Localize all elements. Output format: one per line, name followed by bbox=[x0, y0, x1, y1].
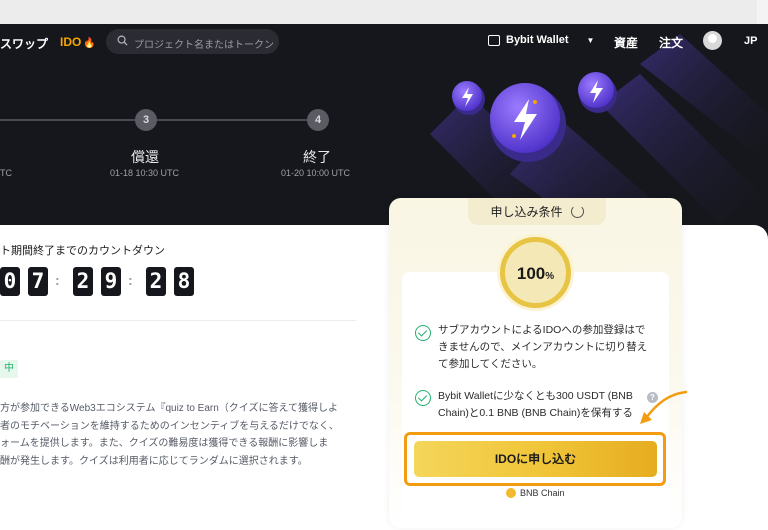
status-badge: 中 bbox=[0, 360, 18, 378]
countdown-separator: : bbox=[128, 272, 133, 288]
step-4-marker: 4 bbox=[307, 109, 329, 131]
step-2-date-partial: TC bbox=[0, 168, 12, 178]
step-connector bbox=[157, 119, 307, 121]
conditions-tab-label: 申し込み条件 bbox=[490, 205, 563, 219]
coin-large-icon bbox=[490, 83, 566, 162]
wallet-dropdown[interactable]: Bybit Wallet ▼ bbox=[488, 34, 594, 46]
countdown-separator: : bbox=[55, 272, 60, 288]
check-circle-icon bbox=[415, 390, 431, 406]
condition-line: Chain)と0.1 BNB (BNB Chain)を保有する bbox=[438, 407, 633, 419]
nav-assets-link[interactable]: 資産 bbox=[614, 34, 638, 51]
bnb-icon bbox=[506, 488, 516, 498]
browser-top-strip bbox=[0, 0, 768, 24]
countdown-digit: 2 bbox=[73, 267, 93, 296]
countdown-digit: 2 bbox=[146, 267, 166, 296]
step-4-date: 01-20 10:00 UTC bbox=[281, 168, 351, 178]
countdown-digit: 0 bbox=[0, 267, 20, 296]
conditions-tab: 申し込み条件 bbox=[468, 198, 606, 225]
description-line: ォームを提供します。また、クイズの難易度は獲得できる報酬に影響しま bbox=[0, 438, 329, 449]
description-line: 酬が発生します。クイズは利用者に応じてランダムに選択されます。 bbox=[0, 455, 308, 467]
coin-small-right-icon bbox=[578, 72, 617, 113]
countdown-label: ト期間終了までのカウントダウン bbox=[0, 245, 165, 257]
condition-item-text: Bybit Walletに少なくとも300 USDT (BNB Chain)と0… bbox=[438, 388, 633, 422]
completion-ring: 100% bbox=[500, 237, 571, 308]
step-3-marker: 3 bbox=[135, 109, 157, 131]
completion-percent: 100% bbox=[505, 264, 566, 284]
nav-orders-link[interactable]: 注文 bbox=[659, 34, 683, 51]
nav-ido-label: IDO bbox=[60, 35, 82, 49]
step-4-title: 終了 bbox=[303, 149, 331, 165]
check-circle-icon bbox=[415, 325, 431, 341]
search-placeholder: プロジェクト名またはトークンを bbox=[134, 40, 274, 51]
wallet-icon bbox=[488, 34, 500, 46]
condition-line: サブアカウントによるIDOへの参加登録はで bbox=[438, 324, 646, 336]
search-icon bbox=[117, 35, 128, 46]
search-input[interactable]: プロジェクト名またはトークンを bbox=[106, 29, 279, 54]
description-line: 方が参加できるWeb3エコシステム『quiz to Earn（クイズに答えて獲得… bbox=[0, 403, 339, 414]
condition-line: きませんので、メインアカウントに切り替え bbox=[438, 341, 648, 353]
app-window: スワップ IDO 🔥 プロジェクト名またはトークンを Bybit Wallet ▼… bbox=[0, 0, 768, 530]
avatar[interactable] bbox=[703, 31, 722, 50]
nav-ido-link[interactable]: IDO 🔥 bbox=[60, 35, 96, 49]
countdown-digit: 8 bbox=[174, 267, 194, 296]
step-connector bbox=[0, 119, 135, 121]
section-divider bbox=[0, 320, 356, 321]
condition-line: Bybit Walletに少なくとも300 USDT (BNB bbox=[438, 390, 633, 402]
percent-sign: % bbox=[545, 271, 555, 282]
condition-item-text: サブアカウントによるIDOへの参加登録はで きませんので、メインアカウントに切り… bbox=[438, 322, 647, 373]
chain-name: BNB Chain bbox=[520, 488, 565, 498]
nav-swap-link[interactable]: スワップ bbox=[0, 35, 48, 52]
project-description: 方が参加できるWeb3エコシステム『quiz to Earn（クイズに答えて獲得… bbox=[0, 400, 360, 470]
wallet-label: Bybit Wallet bbox=[506, 34, 569, 46]
condition-line: て参加してください。 bbox=[438, 358, 543, 370]
step-3-date: 01-18 10:30 UTC bbox=[110, 168, 180, 178]
refresh-icon[interactable] bbox=[570, 205, 584, 218]
language-selector[interactable]: JP bbox=[744, 35, 757, 47]
countdown-digit: 7 bbox=[28, 267, 48, 296]
fire-icon: 🔥 bbox=[83, 38, 96, 49]
arrow-pointer-icon bbox=[640, 390, 688, 424]
apply-ido-button[interactable]: IDOに申し込む bbox=[414, 441, 657, 477]
top-navbar: スワップ IDO 🔥 プロジェクト名またはトークンを Bybit Wallet ▼… bbox=[0, 24, 768, 60]
step-3-title: 償還 bbox=[131, 149, 159, 165]
caret-down-icon: ▼ bbox=[586, 35, 595, 45]
percent-value: 100 bbox=[516, 264, 546, 283]
countdown-digit: 9 bbox=[101, 267, 121, 296]
description-line: 者のモチベーションを維持するためのインセンティブを与えるだけでなく、 bbox=[0, 420, 339, 432]
chain-label: BNB Chain bbox=[506, 488, 565, 498]
